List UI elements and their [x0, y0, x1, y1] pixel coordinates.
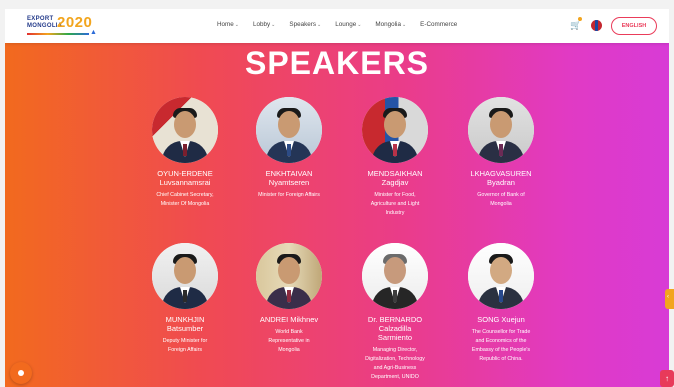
export-mongolia-logo[interactable]: EXPORT MONGOLIA 2020 ▲ — [27, 14, 105, 40]
speaker-surname: Nyamtseren — [268, 178, 310, 187]
speaker-card[interactable]: MUNKHJIN Batsumber Deputy Minister for Fo… — [135, 243, 235, 355]
logo-line1: EXPORT — [27, 16, 54, 22]
mongolia-flag-icon[interactable] — [591, 20, 602, 31]
speaker-photo — [468, 97, 534, 163]
page: EXPORT MONGOLIA 2020 ▲ Home⌄ Lobby⌄ Spea… — [5, 9, 669, 387]
speaker-surname: Batsumber — [166, 324, 204, 333]
speaker-name: MENDSAIKHAN — [367, 169, 423, 178]
speaker-role: The Counsellor for Trade and Economics of… — [471, 329, 531, 362]
speaker-card[interactable]: MENDSAIKHAN Zagdjav Minister for Food, Ag… — [345, 97, 445, 218]
speaker-card[interactable]: Dr. BERNARDO Calzadilla Sarmiento Managi… — [345, 243, 445, 382]
speaker-role: Governor of Bank of Mongolia — [477, 192, 525, 207]
speaker-name: ANDREI Mikhnev — [259, 315, 319, 324]
chevron-down-icon: ⌄ — [271, 22, 276, 28]
chevron-down-icon: ⌄ — [357, 22, 362, 28]
speaker-card[interactable]: ENKHTAIVAN Nyamtseren Minister for Forei… — [239, 97, 339, 200]
speaker-role: World Bank Representative in Mongolia — [268, 329, 310, 353]
page-title: SPEAKERS — [244, 45, 430, 81]
speaker-photo — [152, 243, 218, 309]
speaker-name: ENKHTAIVAN — [265, 169, 313, 178]
speaker-name: MUNKHJIN — [165, 315, 205, 324]
nav-speakers[interactable]: Speakers⌄ — [289, 21, 321, 33]
speaker-role: Deputy Minister for Foreign Affairs — [162, 338, 208, 353]
side-tab-icon[interactable]: ‹ — [665, 289, 674, 309]
speaker-photo — [468, 243, 534, 309]
chevron-down-icon: ⌄ — [316, 22, 322, 28]
speaker-role: Chief Cabinet Secretary, Minister Of Mong… — [156, 192, 214, 207]
speaker-surname: Byadran — [487, 178, 515, 187]
speaker-surname: Zagdjav — [381, 178, 409, 187]
nav-lounge[interactable]: Lounge⌄ — [335, 21, 361, 33]
speaker-card[interactable]: SONG Xuejun The Counsellor for Trade and … — [451, 243, 551, 364]
speaker-photo — [362, 97, 428, 163]
speaker-photo — [362, 243, 428, 309]
logo-mark-icon: ▲ — [90, 29, 97, 36]
speaker-role: Minister for Foreign Affairs — [258, 192, 320, 198]
arrow-up-icon[interactable]: ↑ — [660, 370, 674, 387]
speaker-surname: Luvsannamsrai — [159, 178, 211, 187]
speaker-name: LKHAGVASUREN — [470, 169, 532, 178]
logo-color-strip — [27, 33, 89, 35]
speaker-photo — [256, 97, 322, 163]
language-button[interactable]: ENGLISH — [611, 17, 657, 35]
nav-lobby[interactable]: Lobby⌄ — [253, 21, 275, 33]
main-menu: Home⌄ Lobby⌄ Speakers⌄ Lounge⌄ Mongolia⌄… — [217, 21, 471, 33]
speaker-role: Managing Director, Digitalization, Techno… — [365, 347, 425, 380]
speaker-role: Minister for Food, Agriculture and Light I… — [370, 192, 420, 216]
chevron-down-icon: ⌄ — [234, 22, 239, 28]
nav-mongolia[interactable]: Mongolia⌄ — [375, 21, 406, 33]
speaker-name: Dr. BERNARDO — [367, 315, 423, 324]
speaker-card[interactable]: ANDREI Mikhnev World Bank Representative … — [239, 243, 339, 355]
speaker-name: OYUN-ERDENE — [157, 169, 213, 178]
cart-icon[interactable]: 🛒 — [570, 17, 582, 31]
logo-year: 2020 — [57, 14, 93, 31]
nav-home[interactable]: Home⌄ — [217, 21, 239, 33]
speaker-card[interactable]: LKHAGVASUREN Byadran Governor of Bank of… — [451, 97, 551, 209]
speaker-photo — [256, 243, 322, 309]
nav-ecommerce[interactable]: E-Commerce — [420, 21, 457, 33]
navbar: EXPORT MONGOLIA 2020 ▲ Home⌄ Lobby⌄ Spea… — [5, 9, 669, 43]
chevron-down-icon: ⌄ — [401, 22, 407, 28]
speaker-name: SONG Xuejun — [477, 315, 525, 324]
speaker-surname: Calzadilla — [378, 324, 412, 333]
speaker-surname-2: Sarmiento — [377, 333, 413, 342]
chat-bubble-icon[interactable] — [10, 362, 32, 384]
cart-badge — [578, 17, 582, 21]
speaker-photo — [152, 97, 218, 163]
speaker-card[interactable]: OYUN-ERDENE Luvsannamsrai Chief Cabinet … — [135, 97, 235, 209]
